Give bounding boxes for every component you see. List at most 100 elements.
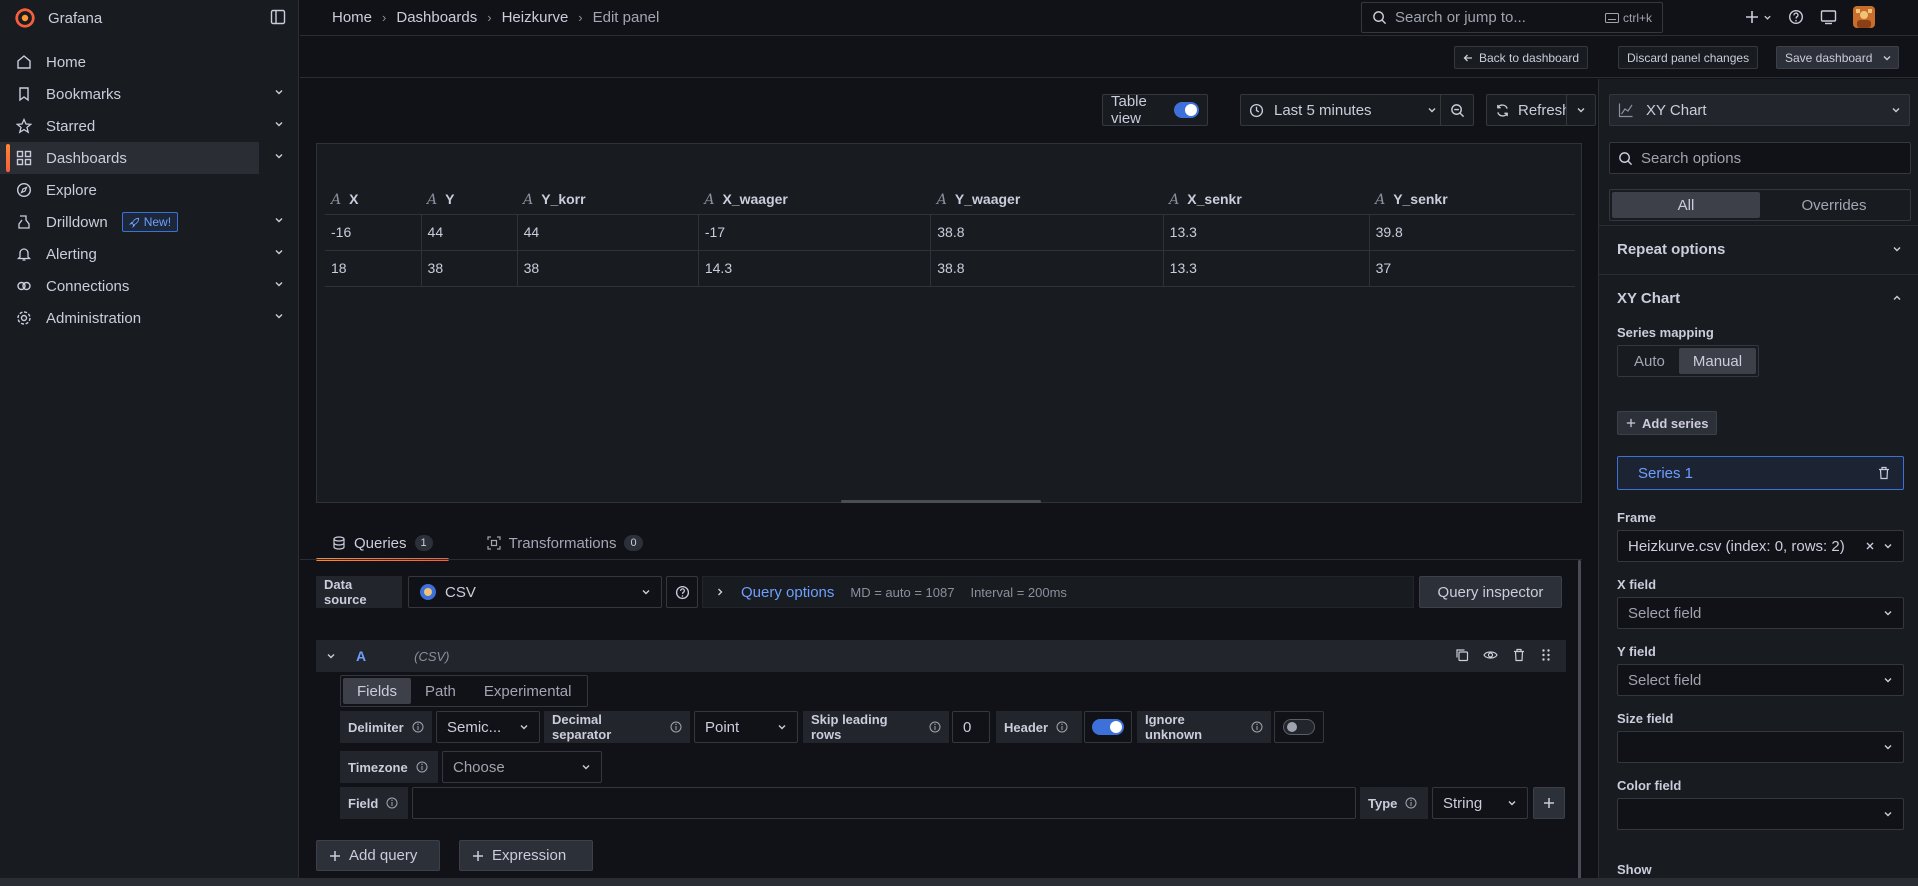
section-repeat-options[interactable]: Repeat options <box>1599 225 1918 273</box>
refresh-interval-picker[interactable] <box>1566 94 1596 126</box>
chevron-down-icon[interactable] <box>274 311 284 321</box>
decimal-separator-select[interactable]: Point <box>694 711 798 743</box>
nav-item-bookmarks[interactable]: Bookmarks <box>0 78 298 110</box>
news-icon[interactable] <box>1820 9 1837 25</box>
frame-select[interactable]: Heizkurve.csv (index: 0, rows: 2) <box>1617 530 1904 562</box>
chevron-down-icon[interactable] <box>274 151 284 161</box>
ignore-unknown-switch[interactable] <box>1283 719 1315 735</box>
series-item[interactable]: Series 1 <box>1617 456 1904 490</box>
breadcrumb-heizkurve[interactable]: Heizkurve <box>502 9 569 26</box>
table-view-toggle[interactable]: Table view <box>1102 93 1208 127</box>
column-header[interactable]: AY <box>421 186 518 215</box>
column-header[interactable]: A X_senkr <box>1163 186 1370 215</box>
save-dashboard-button[interactable]: Save dashboard <box>1776 46 1900 69</box>
dock-menu-icon[interactable] <box>270 9 286 25</box>
chevron-down-icon[interactable] <box>1882 53 1892 63</box>
query-ref-id[interactable]: A <box>356 648 366 664</box>
info-circle-icon[interactable] <box>929 721 941 733</box>
skip-leading-rows-input[interactable]: 0 <box>952 711 990 743</box>
info-circle-icon[interactable] <box>1405 797 1417 809</box>
datasource-picker[interactable]: CSV <box>408 576 662 608</box>
nav-item-drilldown[interactable]: Drilldown New! <box>0 206 298 238</box>
zoom-out-button[interactable] <box>1440 94 1474 126</box>
column-header[interactable]: A Y_waager <box>930 186 1164 215</box>
color-field-select[interactable] <box>1617 798 1904 830</box>
info-circle-icon[interactable] <box>416 761 428 773</box>
info-circle-icon[interactable] <box>1251 721 1263 733</box>
mode-experimental[interactable]: Experimental <box>470 678 586 704</box>
mode-fields[interactable]: Fields <box>343 678 412 704</box>
mapping-auto[interactable]: Auto <box>1620 348 1679 374</box>
chevron-down-icon[interactable] <box>274 87 284 97</box>
table-view-switch[interactable] <box>1173 102 1199 118</box>
nav-item-connections[interactable]: Connections <box>0 270 298 302</box>
nav-item-dashboards[interactable]: Dashboards <box>0 142 283 174</box>
refresh-button[interactable]: Refresh <box>1486 94 1574 126</box>
search-input[interactable]: Search or jump to... ctrl+k <box>1361 2 1663 33</box>
section-xy-chart[interactable]: XY Chart <box>1599 274 1918 322</box>
column-header[interactable]: AX <box>325 186 422 215</box>
header-switch[interactable] <box>1092 719 1124 735</box>
query-row-header[interactable]: A (CSV) <box>316 640 1566 672</box>
tab-transformations[interactable]: Transformations 0 <box>471 527 659 559</box>
query-options-bar[interactable]: Query options MD = auto = 1087 Interval … <box>702 576 1414 608</box>
pane-resize-handle[interactable] <box>841 500 1041 503</box>
mode-path[interactable]: Path <box>411 678 470 704</box>
visualization-picker[interactable]: XY Chart <box>1609 94 1910 126</box>
add-query-button[interactable]: Add query <box>316 840 440 871</box>
eye-icon[interactable] <box>1483 648 1498 662</box>
add-field-button[interactable] <box>1533 787 1565 819</box>
query-options-link[interactable]: Query options <box>741 584 834 601</box>
nav-item-explore[interactable]: Explore <box>0 174 298 206</box>
chevron-down-icon[interactable] <box>274 247 284 257</box>
scrollbar[interactable] <box>1578 560 1581 880</box>
search-options-input[interactable]: Search options <box>1609 142 1911 174</box>
drag-handle-icon[interactable] <box>1540 648 1552 662</box>
nav-item-alerting[interactable]: Alerting <box>0 238 298 270</box>
breadcrumb-dashboards[interactable]: Dashboards <box>396 9 477 26</box>
ignore-unknown-toggle[interactable] <box>1274 711 1324 743</box>
discard-changes-button[interactable]: Discard panel changes <box>1618 46 1759 69</box>
new-menu-button[interactable] <box>1745 10 1772 24</box>
column-header[interactable]: A X_waager <box>698 186 931 215</box>
chevron-down-icon[interactable] <box>274 215 284 225</box>
y-field-select[interactable]: Select field <box>1617 664 1904 696</box>
add-series-button[interactable]: Add series <box>1617 411 1718 435</box>
field-input[interactable] <box>412 787 1356 819</box>
back-to-dashboard-button[interactable]: Back to dashboard <box>1454 46 1589 69</box>
info-circle-icon[interactable] <box>412 721 424 733</box>
chevron-down-icon[interactable] <box>274 279 284 289</box>
add-expression-button[interactable]: Expression <box>459 840 593 871</box>
mapping-manual[interactable]: Manual <box>1678 348 1757 374</box>
nav-item-administration[interactable]: Administration <box>0 302 298 334</box>
time-range-picker[interactable]: Last 5 minutes <box>1240 94 1446 126</box>
trash-icon[interactable] <box>1512 648 1526 662</box>
column-header[interactable]: A Y_korr <box>517 186 699 215</box>
trash-icon[interactable] <box>1877 466 1891 480</box>
datasource-help-button[interactable] <box>666 576 698 608</box>
header-toggle[interactable] <box>1084 711 1132 743</box>
copy-icon[interactable] <box>1455 648 1469 662</box>
user-avatar[interactable] <box>1853 6 1875 28</box>
filter-all[interactable]: All <box>1612 192 1760 218</box>
info-circle-icon[interactable] <box>670 721 682 733</box>
timezone-select[interactable]: Choose <box>442 751 602 783</box>
chevron-down-icon[interactable] <box>326 651 336 661</box>
info-circle-icon[interactable] <box>386 797 398 809</box>
help-icon[interactable] <box>1788 9 1804 25</box>
info-circle-icon[interactable] <box>1056 721 1068 733</box>
delimiter-select[interactable]: Semic... <box>436 711 540 743</box>
column-header[interactable]: A Y_senkr <box>1369 186 1575 215</box>
filter-overrides[interactable]: Overrides <box>1760 192 1908 218</box>
nav-item-home[interactable]: Home <box>0 46 298 78</box>
type-select[interactable]: String <box>1432 787 1528 819</box>
size-field-select[interactable] <box>1617 731 1904 763</box>
chevron-down-icon[interactable] <box>274 119 284 129</box>
tab-queries[interactable]: Queries 1 <box>316 527 449 561</box>
nav-item-starred[interactable]: Starred <box>0 110 298 142</box>
brand[interactable]: Grafana <box>0 0 298 36</box>
query-inspector-button[interactable]: Query inspector <box>1419 576 1562 608</box>
x-field-select[interactable]: Select field <box>1617 597 1904 629</box>
breadcrumb-home[interactable]: Home <box>332 9 372 26</box>
clear-icon[interactable] <box>1865 541 1875 551</box>
